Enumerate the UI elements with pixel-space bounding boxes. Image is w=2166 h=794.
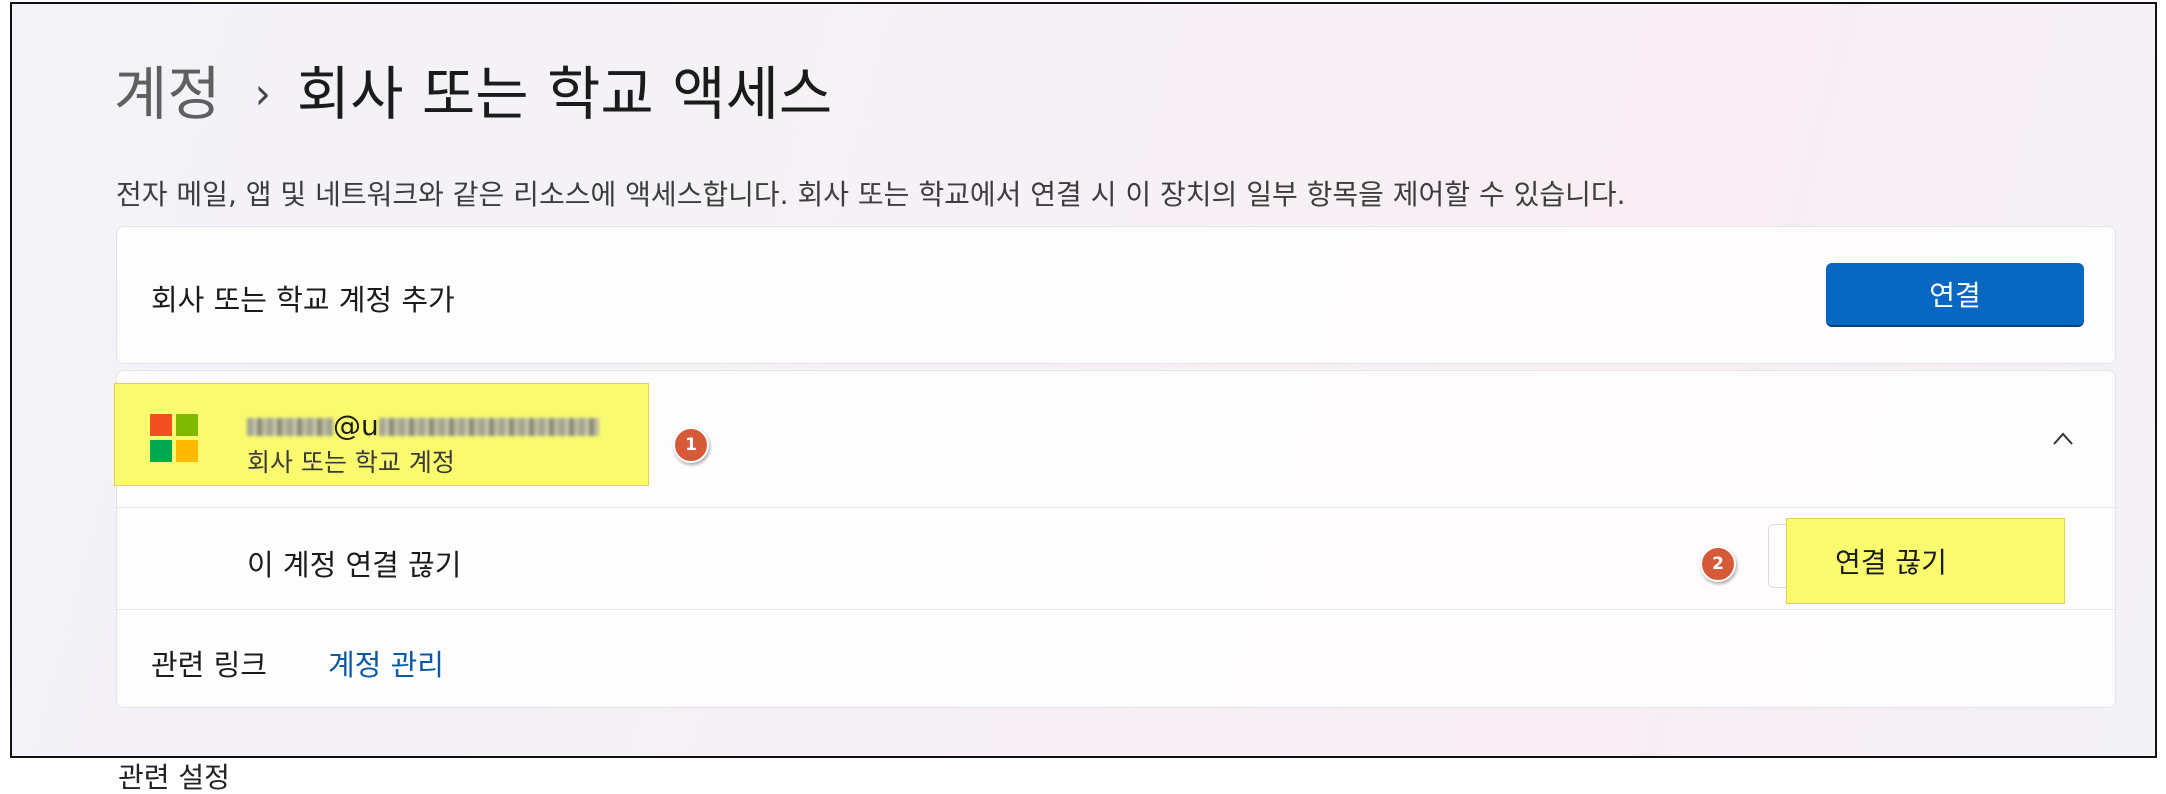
add-account-label: 회사 또는 학교 계정 추가 bbox=[151, 283, 455, 317]
microsoft-logo-icon bbox=[150, 414, 198, 462]
related-links-label: 관련 링크 bbox=[151, 648, 267, 682]
redacted-text bbox=[378, 418, 599, 436]
breadcrumb-separator-icon: › bbox=[254, 68, 271, 120]
work-school-account-card: @u 회사 또는 학교 계정 1 이 계정 연결 끊기 2 연결 끊기 관련 링… bbox=[114, 370, 2116, 708]
disconnect-account-row: 이 계정 연결 끊기 2 연결 끊기 bbox=[117, 508, 2115, 610]
step-badge-1: 1 bbox=[673, 427, 709, 463]
page-description: 전자 메일, 앱 및 네트워크와 같은 리소스에 액세스합니다. 회사 또는 학… bbox=[116, 178, 1626, 211]
disconnect-account-label: 이 계정 연결 끊기 bbox=[247, 548, 462, 582]
account-header[interactable]: @u 회사 또는 학교 계정 1 bbox=[114, 371, 2115, 508]
connect-button[interactable]: 연결 bbox=[1826, 263, 2084, 327]
account-type-label: 회사 또는 학교 계정 bbox=[247, 448, 455, 477]
settings-window: 계정 › 회사 또는 학교 액세스 전자 메일, 앱 및 네트워크와 같은 리소… bbox=[10, 2, 2157, 758]
redacted-text bbox=[247, 418, 333, 436]
related-links-row: 관련 링크 계정 관리 bbox=[117, 610, 2115, 706]
related-settings-heading: 관련 설정 bbox=[118, 761, 230, 794]
disconnect-button[interactable]: 연결 끊기 bbox=[1786, 518, 2065, 604]
breadcrumb: 계정 › 회사 또는 학교 액세스 bbox=[114, 56, 832, 132]
account-email: @u bbox=[247, 409, 599, 442]
account-email-visible: @u bbox=[333, 409, 379, 442]
breadcrumb-parent-accounts[interactable]: 계정 bbox=[114, 56, 221, 132]
add-work-school-account-card: 회사 또는 학교 계정 추가 연결 bbox=[116, 226, 2116, 364]
chevron-up-icon[interactable] bbox=[2053, 429, 2073, 449]
step-badge-2: 2 bbox=[1700, 546, 1736, 582]
manage-account-link[interactable]: 계정 관리 bbox=[328, 642, 444, 684]
page-title: 회사 또는 학교 액세스 bbox=[296, 60, 833, 128]
